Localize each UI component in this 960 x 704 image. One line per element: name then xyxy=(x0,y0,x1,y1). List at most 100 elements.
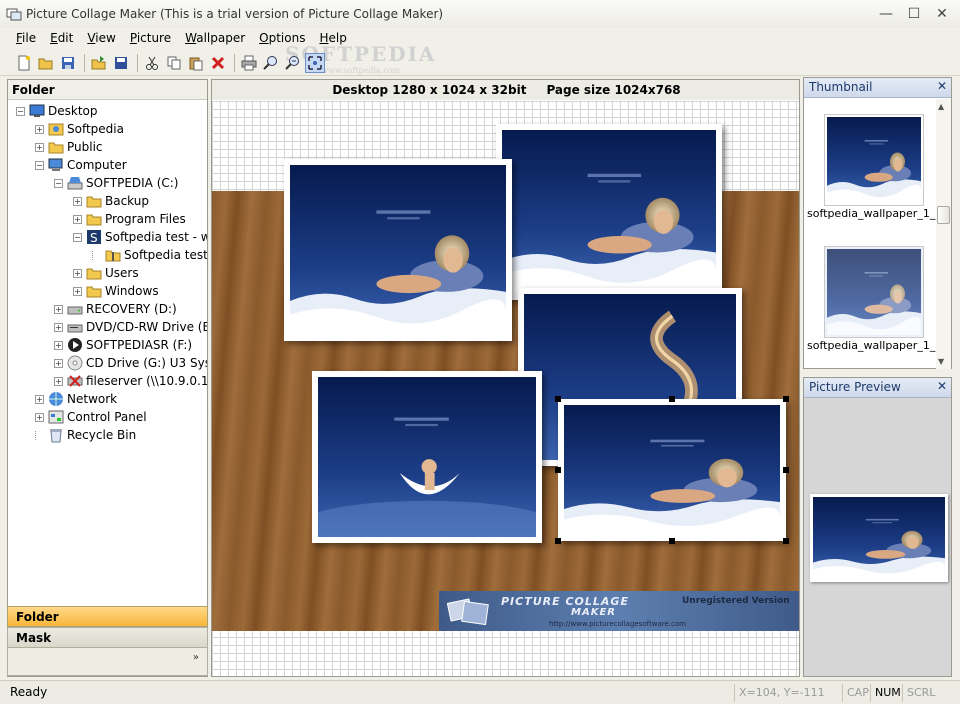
expand-icon[interactable]: + xyxy=(54,322,63,332)
tree-node[interactable]: + fileserver (\\10.9.0.1) ( xyxy=(54,372,207,390)
thumbnail-image xyxy=(827,117,921,203)
save-button[interactable] xyxy=(58,53,78,73)
tree-node[interactable]: + DVD/CD-RW Drive (E:) xyxy=(54,318,207,336)
more-tabs-icon[interactable]: » xyxy=(193,652,199,663)
tree-node[interactable]: + Windows xyxy=(73,282,159,300)
expand-icon[interactable]: + xyxy=(73,214,82,224)
scroll-down-icon[interactable]: ▼ xyxy=(938,357,944,366)
tree-node[interactable]: + Program Files xyxy=(73,210,186,228)
zoom-out-button[interactable] xyxy=(283,53,303,73)
thumbnail-item[interactable] xyxy=(824,114,924,206)
collage-photo-selected[interactable] xyxy=(555,396,789,544)
new-icon xyxy=(18,55,30,70)
expand-icon[interactable]: + xyxy=(54,376,63,386)
tree-node-label: Backup xyxy=(105,194,149,208)
resize-handle[interactable] xyxy=(783,396,789,402)
svg-text:S: S xyxy=(90,231,98,245)
tree-node[interactable]: + Backup xyxy=(73,192,149,210)
wallpaper-image xyxy=(564,405,780,535)
minimize-button[interactable]: — xyxy=(872,4,900,24)
menu-wallpaper[interactable]: Wallpaper xyxy=(185,31,245,45)
resize-handle[interactable] xyxy=(669,396,675,402)
menu-bar: File Edit View Picture Wallpaper Options… xyxy=(0,28,960,48)
collage-photo-bottom-left[interactable] xyxy=(312,371,542,543)
tree-node[interactable]: + Network xyxy=(35,390,117,408)
tree-node[interactable]: − SOFTPEDIA (C:) xyxy=(54,174,179,192)
expand-icon[interactable]: + xyxy=(35,142,44,152)
menu-picture[interactable]: Picture xyxy=(130,31,171,45)
close-icon[interactable]: ✕ xyxy=(937,379,947,393)
new-button[interactable] xyxy=(14,53,34,73)
collage-photo-top-left[interactable] xyxy=(284,159,512,341)
tree-node-label: Public xyxy=(67,140,103,154)
tree-node[interactable]: − Computer xyxy=(35,156,127,174)
expand-icon[interactable]: + xyxy=(73,286,82,296)
user-folder-icon xyxy=(48,123,64,136)
resize-handle[interactable] xyxy=(555,396,561,402)
resize-handle[interactable] xyxy=(669,538,675,544)
menu-view[interactable]: View xyxy=(87,31,115,45)
tree-node[interactable]: −S Softpedia test - ww xyxy=(73,228,207,246)
menu-file[interactable]: File xyxy=(16,31,36,45)
tree-node[interactable]: + Public xyxy=(35,138,103,156)
resize-handle[interactable] xyxy=(783,538,789,544)
zoom-out-icon xyxy=(285,55,299,70)
save-project-button[interactable] xyxy=(111,53,131,73)
resize-handle[interactable] xyxy=(555,538,561,544)
thumbnail-panel-title: Thumbnail xyxy=(809,80,873,94)
resize-handle[interactable] xyxy=(783,467,789,473)
tab-mask[interactable]: Mask xyxy=(7,627,208,648)
scroll-up-icon[interactable]: ▲ xyxy=(938,102,944,111)
expand-icon[interactable]: + xyxy=(54,358,63,368)
paste-button[interactable] xyxy=(186,53,206,73)
tree-node[interactable]: + RECOVERY (D:) xyxy=(54,300,177,318)
print-button[interactable] xyxy=(239,53,259,73)
tree-node[interactable]: + Softpedia xyxy=(35,120,124,138)
tab-folder[interactable]: Folder xyxy=(7,606,208,627)
collapse-icon[interactable]: − xyxy=(35,160,44,170)
tree-node[interactable]: Softpedia test.z xyxy=(92,246,207,264)
cut-button[interactable] xyxy=(142,53,162,73)
thumbnail-scrollbar[interactable]: ▲ ▼ xyxy=(936,99,951,369)
folder-icon xyxy=(86,214,102,226)
open-project-button[interactable] xyxy=(89,53,109,73)
tree-node[interactable]: + Users xyxy=(73,264,139,282)
collage-canvas[interactable]: Desktop 1280 x 1024 x 32bit Page size 10… xyxy=(211,79,800,677)
tree-node[interactable]: + Control Panel xyxy=(35,408,147,426)
menu-edit[interactable]: Edit xyxy=(50,31,73,45)
expand-icon[interactable]: + xyxy=(54,304,63,314)
zoom-in-button[interactable] xyxy=(261,53,281,73)
tree-node[interactable]: + SOFTPEDIASR (F:) xyxy=(54,336,192,354)
print-icon xyxy=(241,55,257,70)
scroll-thumb[interactable] xyxy=(937,206,950,224)
resize-handle[interactable] xyxy=(555,467,561,473)
tree-node-label: fileserver (\\10.9.0.1) ( xyxy=(86,374,207,388)
save-project-icon xyxy=(115,56,127,69)
copy-button[interactable] xyxy=(164,53,184,73)
close-icon[interactable]: ✕ xyxy=(937,79,947,93)
fit-button[interactable] xyxy=(305,52,325,73)
thumbnail-item[interactable] xyxy=(824,246,924,338)
expand-icon[interactable]: + xyxy=(35,124,44,134)
tree-node-label: RECOVERY (D:) xyxy=(86,302,177,316)
toolbar-separator xyxy=(137,53,138,72)
expand-icon[interactable]: + xyxy=(54,340,63,350)
network-drive-icon xyxy=(67,375,83,387)
tree-node[interactable]: + CD Drive (G:) U3 Syste xyxy=(54,354,207,372)
collapse-icon[interactable]: − xyxy=(54,178,63,188)
expand-icon[interactable]: + xyxy=(73,268,82,278)
maximize-button[interactable]: ☐ xyxy=(900,4,928,24)
expand-icon[interactable]: + xyxy=(35,394,44,404)
collapse-icon[interactable]: − xyxy=(16,106,25,116)
collage-photo-top-right[interactable] xyxy=(496,124,722,300)
delete-button[interactable] xyxy=(208,53,228,73)
tree-node-label: Program Files xyxy=(105,212,186,226)
expand-icon[interactable]: + xyxy=(35,412,44,422)
folder-tree: − Desktop + Softpedia + Public − Computer − SOFTP… xyxy=(8,102,207,592)
collapse-icon[interactable]: − xyxy=(73,232,82,242)
open-button[interactable] xyxy=(36,53,56,73)
tree-node[interactable]: Recycle Bin xyxy=(35,426,136,444)
expand-icon[interactable]: + xyxy=(73,196,82,206)
tree-node[interactable]: − Desktop xyxy=(16,102,98,120)
close-button[interactable]: ✕ xyxy=(928,4,956,24)
